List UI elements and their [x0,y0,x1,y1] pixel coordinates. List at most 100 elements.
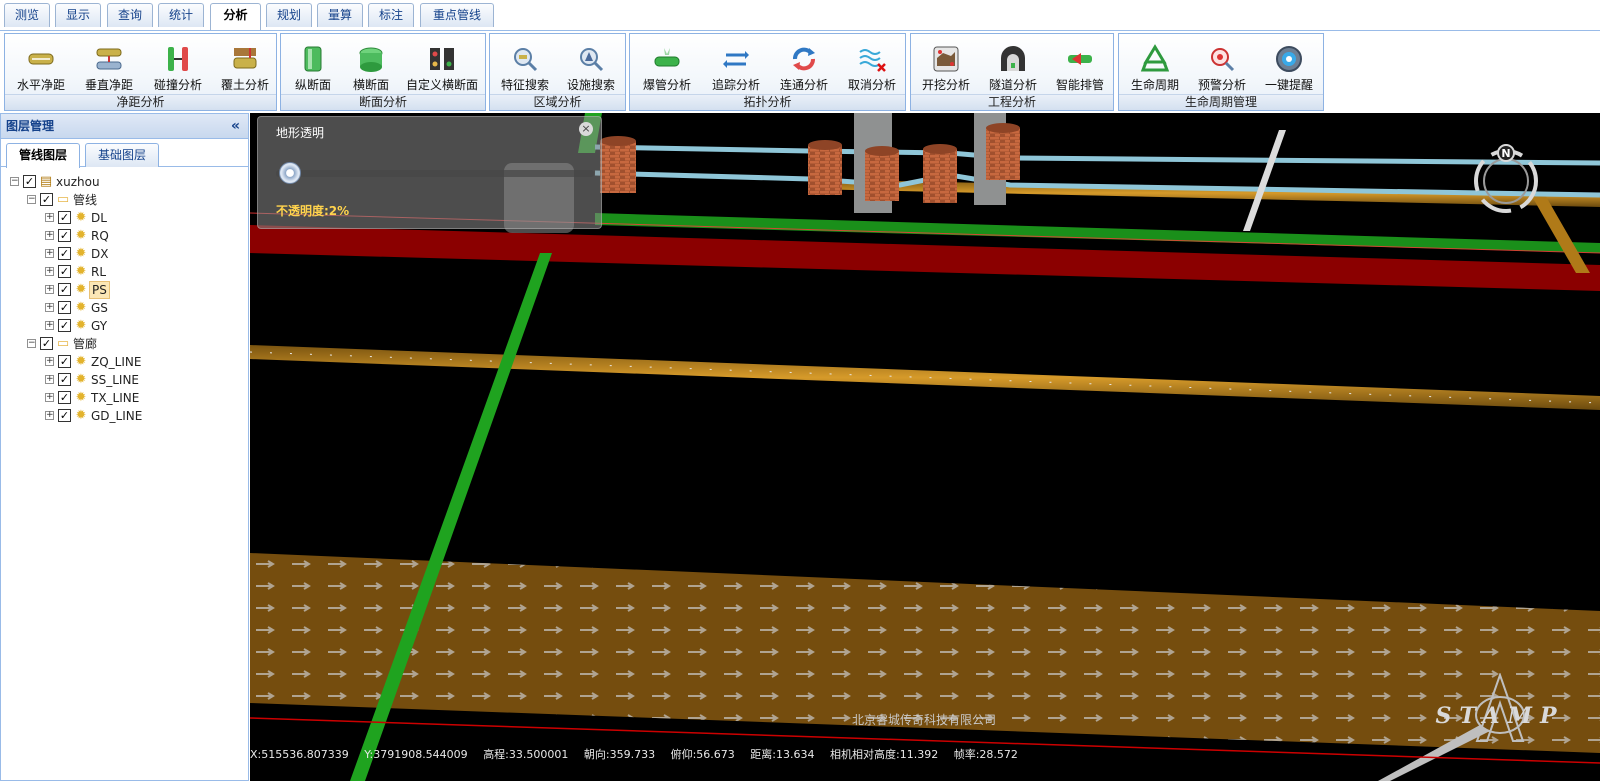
one-click-reminder-button[interactable]: 一键提醒 [1255,34,1323,94]
pipe-burst-analysis-button[interactable]: 爆管分析 [632,34,702,94]
tree-node-layer-gd-line[interactable]: + ✓ ✹ GD_LINE [45,406,144,424]
tree-node-pipelines[interactable]: − ✓ ▭ 管线 [27,190,99,208]
double-chevron-left-icon[interactable]: « [231,114,240,138]
tree-node-label: 管廊 [73,336,98,351]
cancel-analysis-button[interactable]: 取消分析 [838,34,906,94]
checkbox-checked-icon[interactable]: ✓ [58,229,71,242]
checkbox-checked-icon[interactable]: ✓ [58,373,71,386]
expand-icon[interactable]: + [45,375,54,384]
tab-base-layers[interactable]: 基础图层 [85,143,159,167]
tree-node-label: GS [91,300,108,315]
connectivity-analysis-label: 连通分析 [779,78,828,92]
3d-scene-viewport[interactable]: 地形透明 × 不透明度:2% N STAMP 北京睿城传奇科技有限公司 X:51… [250,113,1600,781]
orange-pipe-middle [250,345,1600,410]
checkbox-checked-icon[interactable]: ✓ [58,247,71,260]
tree-node-layer-gs[interactable]: + ✓ ✹ GS [45,298,110,316]
checkbox-checked-icon[interactable]: ✓ [58,265,71,278]
tab-display[interactable]: 显示 [55,3,101,27]
checkbox-checked-icon[interactable]: ✓ [58,301,71,314]
tree-node-layer-gy[interactable]: + ✓ ✹ GY [45,316,109,334]
collapse-icon[interactable]: − [27,195,36,204]
lifecycle-button[interactable]: 生命周期 [1121,34,1189,94]
checkbox-checked-icon[interactable]: ✓ [58,355,71,368]
tab-pipeline-layers[interactable]: 管线图层 [6,143,80,168]
facility-search-button[interactable]: 设施搜索 [558,34,624,94]
tab-measure[interactable]: 量算 [317,3,363,27]
layer-gear-icon: ✹ [75,263,87,279]
checkbox-checked-icon[interactable]: ✓ [40,193,53,206]
facility-search-icon [580,48,604,72]
trace-analysis-button[interactable]: 追踪分析 [702,34,770,94]
custom-cross-section-button[interactable]: 自定义横断面 [399,34,485,94]
tree-node-layer-ss-line[interactable]: + ✓ ✹ SS_LINE [45,370,141,388]
checkbox-checked-icon[interactable]: ✓ [58,409,71,422]
expand-icon[interactable]: + [45,285,54,294]
tab-browse[interactable]: 测览 [4,3,50,27]
collapse-icon[interactable]: − [10,177,19,186]
horizontal-clearance-icon [28,53,54,65]
expand-icon[interactable]: + [45,321,54,330]
horizontal-clearance-button[interactable]: 水平净距 [9,34,73,94]
expand-icon[interactable]: + [45,411,54,420]
feature-search-button[interactable]: 特征搜索 [492,34,558,94]
excavation-analysis-button[interactable]: 开挖分析 [913,34,979,94]
checkbox-checked-icon[interactable]: ✓ [58,283,71,296]
tree-node-layer-tx-line[interactable]: + ✓ ✹ TX_LINE [45,388,141,406]
opacity-readout: 不透明度:2% [276,204,350,218]
pipe-burst-icon [654,48,680,67]
horizontal-clearance-label: 水平净距 [16,78,65,92]
tab-statistics[interactable]: 统计 [158,3,204,27]
close-icon[interactable]: × [579,122,593,136]
warning-analysis-button[interactable]: 预警分析 [1189,34,1255,94]
tree-node-label: DX [91,246,109,261]
checkbox-checked-icon[interactable]: ✓ [58,211,71,224]
tree-node-layer-rq[interactable]: + ✓ ✹ RQ [45,226,111,244]
blue-pipe-upper [594,144,1600,166]
collision-analysis-button[interactable]: 碰撞分析 [145,34,211,94]
expand-icon[interactable]: + [45,393,54,402]
tab-annotate[interactable]: 标注 [368,3,414,27]
tree-node-root[interactable]: − ✓ ▤ xuzhou [10,172,102,190]
expand-icon[interactable]: + [45,303,54,312]
expand-icon[interactable]: + [45,249,54,258]
smart-pipe-layout-button[interactable]: 智能排管 [1047,34,1113,94]
group-topology-analysis: 爆管分析 追踪分析 连通分析 取消分析 拓扑分析 [629,33,906,111]
checkbox-checked-icon[interactable]: ✓ [58,319,71,332]
vertical-clearance-icon [96,48,122,70]
tree-node-layer-dl[interactable]: + ✓ ✹ DL [45,208,109,226]
status-pitch: 俯仰:56.673 [670,748,735,761]
cross-section-button[interactable]: 横断面 [343,34,399,94]
tab-query[interactable]: 查询 [107,3,153,27]
tab-analysis[interactable]: 分析 [210,3,261,30]
expand-icon[interactable]: + [45,213,54,222]
longitudinal-section-button[interactable]: 纵断面 [285,34,341,94]
connectivity-analysis-button[interactable]: 连通分析 [770,34,838,94]
tree-node-layer-ps[interactable]: + ✓ ✹ PS [45,280,110,299]
expand-icon[interactable]: + [45,357,54,366]
ribbon-toolbar: 水平净距 垂直净距 碰撞分析 覆土分析 净距分析 纵断面 横断面 自定义横断面 [0,30,1600,111]
tree-node-layer-rl[interactable]: + ✓ ✹ RL [45,262,108,280]
vertical-clearance-button[interactable]: 垂直净距 [77,34,141,94]
tree-node-layer-zq-line[interactable]: + ✓ ✹ ZQ_LINE [45,352,143,370]
tab-key-pipelines[interactable]: 重点管线 [420,3,494,27]
layer-gear-icon: ✹ [75,389,87,405]
opacity-slider-track[interactable] [276,170,594,177]
tree-node-layer-dx[interactable]: + ✓ ✹ DX [45,244,110,262]
cross-section-label: 横断面 [352,78,389,92]
tab-planning[interactable]: 规划 [266,3,312,27]
group-title-topology: 拓扑分析 [630,94,905,110]
layer-panel-title: 图层管理 [6,119,55,133]
checkbox-checked-icon[interactable]: ✓ [23,175,36,188]
expand-icon[interactable]: + [45,267,54,276]
opacity-slider-thumb[interactable] [279,162,301,184]
collapse-icon[interactable]: − [27,339,36,348]
tree-node-utility-tunnel[interactable]: − ✓ ▭ 管廊 [27,334,99,352]
soil-cover-analysis-icon [233,48,257,69]
compass-icon[interactable]: N [1468,141,1544,217]
tunnel-analysis-button[interactable]: 隧道分析 [979,34,1047,94]
checkbox-checked-icon[interactable]: ✓ [40,337,53,350]
smart-pipe-layout-label: 智能排管 [1055,78,1104,92]
soil-cover-analysis-button[interactable]: 覆土分析 [213,34,277,94]
expand-icon[interactable]: + [45,231,54,240]
checkbox-checked-icon[interactable]: ✓ [58,391,71,404]
